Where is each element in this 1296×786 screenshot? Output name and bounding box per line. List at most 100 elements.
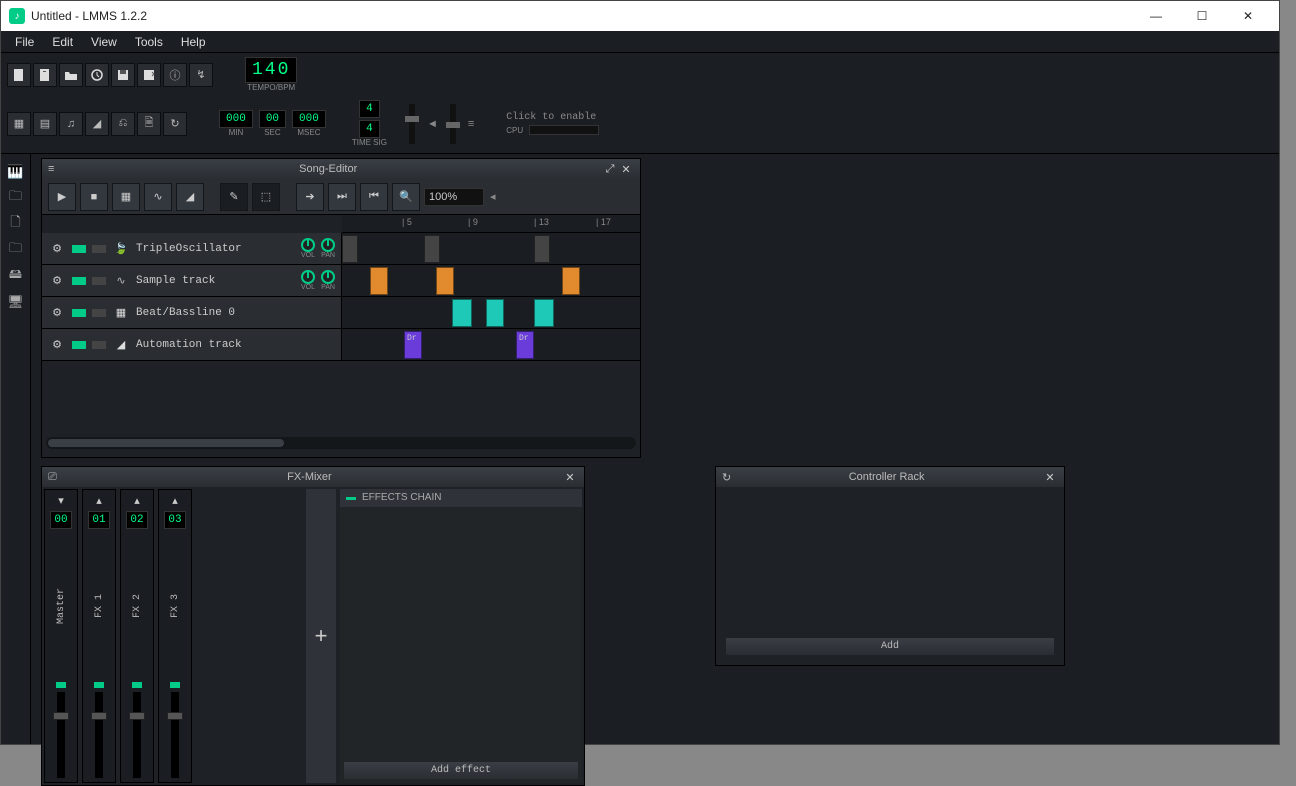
tempo-lcd[interactable]: 140 — [245, 57, 297, 83]
time-sec-lcd[interactable]: 00 — [259, 110, 286, 128]
close-button[interactable]: ✕ — [1225, 1, 1271, 31]
timesig-den[interactable]: 4 — [359, 120, 380, 138]
titlebar[interactable]: ♪ Untitled - LMMS 1.2.2 — ☐ ✕ — [1, 1, 1279, 31]
solo-toggle[interactable] — [92, 309, 106, 317]
clip[interactable] — [562, 267, 580, 295]
minimize-button[interactable]: — — [1133, 1, 1179, 31]
fx-channel[interactable]: ▴ 03 FX 3 — [158, 489, 192, 783]
clip[interactable] — [534, 299, 554, 327]
track-lane[interactable] — [342, 265, 640, 296]
fx-fader[interactable] — [57, 692, 65, 778]
clip[interactable] — [342, 235, 358, 263]
fx-fader[interactable] — [95, 692, 103, 778]
sidebar-computer[interactable]: 🖥 — [6, 292, 26, 312]
gear-icon[interactable]: ⚙ — [48, 240, 66, 258]
sidebar-instruments[interactable]: 🎹 — [6, 162, 26, 182]
save-button[interactable] — [111, 63, 135, 87]
stop-button[interactable]: ■ — [80, 183, 108, 211]
fx-mute[interactable] — [132, 682, 142, 688]
timesig-num[interactable]: 4 — [359, 100, 380, 118]
fx-mixer-close[interactable]: ✕ — [562, 469, 578, 485]
h-scrollbar[interactable] — [46, 437, 636, 449]
fx-mixer-window[interactable]: ⎚ FX-Mixer ✕ ▾ 00 Master ▴ — [41, 466, 585, 786]
play-button[interactable]: ▶ — [48, 183, 76, 211]
track-lane[interactable] — [342, 233, 640, 264]
menu-file[interactable]: File — [7, 33, 42, 51]
open-button[interactable] — [59, 63, 83, 87]
controller-rack-window[interactable]: ↻ Controller Rack ✕ Add — [715, 466, 1065, 666]
send-icon[interactable]: ▾ — [58, 494, 64, 507]
ramp-icon[interactable]: ◢ — [112, 336, 130, 354]
select-mode-button[interactable]: ⬚ — [252, 183, 280, 211]
solo-toggle[interactable] — [92, 341, 106, 349]
add-channel-button[interactable]: + — [306, 489, 336, 783]
fx-fader[interactable] — [133, 692, 141, 778]
maximize-button[interactable]: ☐ — [1179, 1, 1225, 31]
clip[interactable] — [436, 267, 454, 295]
zoom-dropdown-icon[interactable]: ◂ — [484, 190, 502, 203]
track-name[interactable]: Beat/Bassline 0 — [136, 307, 341, 319]
clip[interactable] — [534, 235, 550, 263]
sidebar-presets[interactable]: 🗋 — [6, 214, 26, 234]
clip[interactable]: Dr — [404, 331, 422, 359]
cpu-hint[interactable]: Click to enable — [506, 112, 599, 123]
grid-icon[interactable]: ▦ — [112, 304, 130, 322]
fx-mute[interactable] — [56, 682, 66, 688]
mute-toggle[interactable] — [72, 341, 86, 349]
send-icon[interactable]: ▴ — [134, 494, 140, 507]
track-name[interactable]: TripleOscillator — [136, 243, 293, 255]
notes-button[interactable]: 🗎 — [137, 112, 161, 136]
zoom-input[interactable] — [424, 188, 484, 206]
track-name[interactable]: Sample track — [136, 275, 293, 287]
mute-toggle[interactable] — [72, 245, 86, 253]
pan-knob[interactable]: PAN — [319, 238, 337, 259]
pan-knob[interactable]: PAN — [319, 270, 337, 291]
track-lane[interactable]: Dr Dr — [342, 329, 640, 360]
controller-rack-close[interactable]: ✕ — [1042, 469, 1058, 485]
skip-forward-button[interactable]: ➔ — [296, 183, 324, 211]
song-editor-max[interactable]: ⤢ — [602, 161, 618, 177]
clip[interactable] — [370, 267, 388, 295]
fx-fader[interactable] — [171, 692, 179, 778]
menu-tools[interactable]: Tools — [127, 33, 171, 51]
add-sample-button[interactable]: ∿ — [144, 183, 172, 211]
fx-mixer-button[interactable]: ◢ — [85, 112, 109, 136]
gear-icon[interactable]: ⚙ — [48, 272, 66, 290]
add-track-button[interactable]: ▦ — [112, 183, 140, 211]
track-name[interactable]: Automation track — [136, 339, 341, 351]
send-icon[interactable]: ▴ — [172, 494, 178, 507]
fx-mute[interactable] — [170, 682, 180, 688]
controller-add-button[interactable]: Add — [726, 638, 1054, 655]
info-button[interactable]: ⓘ — [163, 63, 187, 87]
song-timeline[interactable]: | 5 | 9 | 13 | 17 — [342, 215, 640, 233]
add-effect-button[interactable]: Add effect — [344, 762, 578, 779]
clip[interactable] — [452, 299, 472, 327]
master-pitch-slider[interactable] — [450, 104, 456, 144]
sidebar-home[interactable]: 🗀 — [6, 240, 26, 260]
fx-channel-master[interactable]: ▾ 00 Master — [44, 489, 78, 783]
menu-edit[interactable]: Edit — [44, 33, 81, 51]
clip[interactable] — [424, 235, 440, 263]
menu-view[interactable]: View — [83, 33, 125, 51]
solo-toggle[interactable] — [92, 245, 106, 253]
gear-icon[interactable]: ⚙ — [48, 304, 66, 322]
sidebar-projects[interactable]: 🖴 — [6, 266, 26, 286]
wave-icon[interactable]: ∿ — [112, 272, 130, 290]
draw-mode-button[interactable]: ✎ — [220, 183, 248, 211]
clip[interactable] — [486, 299, 504, 327]
mute-toggle[interactable] — [72, 309, 86, 317]
bb-editor-button[interactable]: ▤ — [33, 112, 57, 136]
song-editor-close[interactable]: ✕ — [618, 161, 634, 177]
piano-roll-button[interactable]: ♫ — [59, 112, 83, 136]
export-button[interactable]: ↯ — [189, 63, 213, 87]
add-automation-button[interactable]: ◢ — [176, 183, 204, 211]
zoom-button[interactable]: 🔍 — [392, 183, 420, 211]
mute-toggle[interactable] — [72, 277, 86, 285]
vol-knob[interactable]: VOL — [299, 270, 317, 291]
solo-toggle[interactable] — [92, 277, 106, 285]
gear-icon[interactable]: ⚙ — [48, 336, 66, 354]
skip-end-button[interactable]: ⏭ — [328, 183, 356, 211]
fx-channel[interactable]: ▴ 01 FX 1 — [82, 489, 116, 783]
automation-button[interactable]: ⎌ — [111, 112, 135, 136]
time-msec-lcd[interactable]: 000 — [292, 110, 326, 128]
